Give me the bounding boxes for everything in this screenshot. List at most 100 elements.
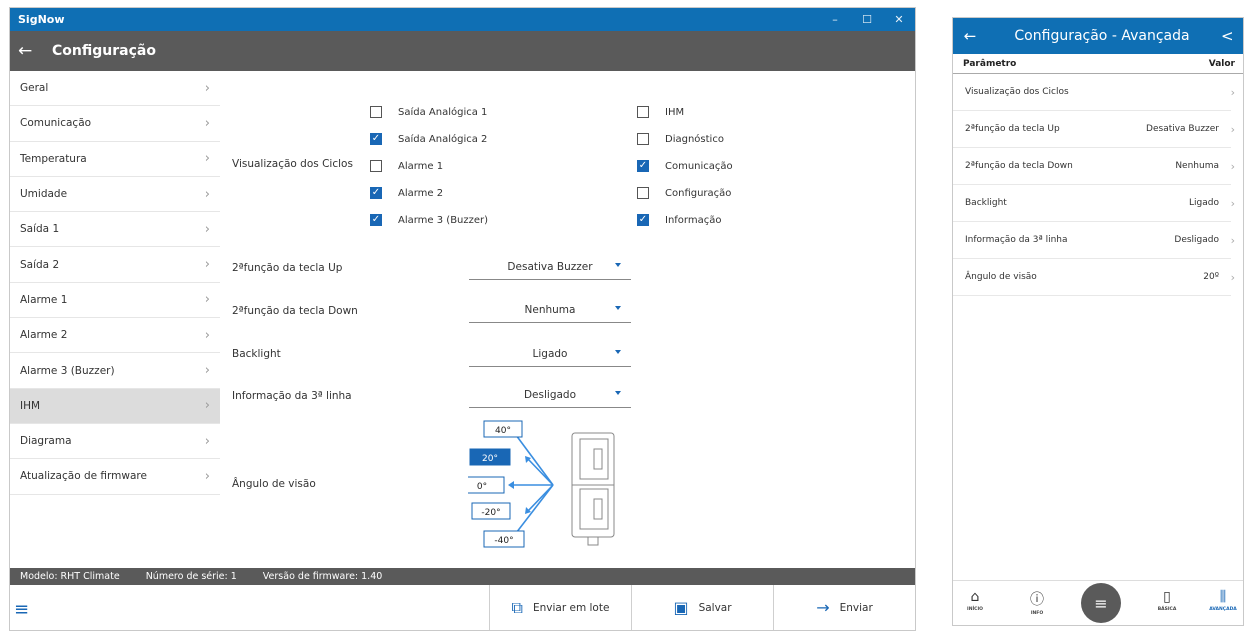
chevron-right-icon: ›: [1230, 196, 1235, 210]
maximize-button[interactable]: ☐: [851, 13, 883, 26]
select-value: Desativa Buzzer: [507, 260, 593, 273]
checkbox-label: Configuração: [665, 187, 732, 199]
modelo-text: Modelo: RHT Climate: [20, 571, 120, 582]
mobile-row-tecla-up[interactable]: 2ªfunção da tecla Up Desativa Buzzer ›: [953, 111, 1235, 148]
sidebar-item-alarme-2[interactable]: Alarme 2 ›: [10, 318, 220, 354]
mobile-row-backlight[interactable]: Backlight Ligado ›: [953, 185, 1235, 222]
row-value: Desligado: [1174, 235, 1219, 245]
chevron-right-icon: ›: [1230, 233, 1235, 247]
enviar-button[interactable]: → Enviar: [773, 585, 915, 630]
sidebar: Geral › Comunicação › Temperatura › Umidade…: [10, 71, 220, 495]
sidebar-item-firmware[interactable]: Atualização de firmware ›: [10, 459, 220, 495]
chevron-right-icon: ›: [204, 292, 210, 308]
mobile-row-visualizacao[interactable]: Visualização dos Ciclos ›: [953, 74, 1235, 111]
chevron-right-icon: ›: [1230, 270, 1235, 284]
nav-label: INÍCIO: [967, 607, 983, 612]
sidebar-item-comunicacao[interactable]: Comunicação ›: [10, 106, 220, 142]
row-label: Informação da 3ª linha: [965, 235, 1068, 245]
select-value: Ligado: [532, 347, 568, 360]
angle-option-minus-40[interactable]: -40°: [483, 530, 525, 548]
sidebar-item-label: Comunicação: [20, 117, 92, 130]
backlight-select[interactable]: Ligado: [469, 341, 631, 367]
angle-option-minus-20[interactable]: -20°: [471, 502, 511, 520]
sidebar-item-saida-2[interactable]: Saída 2 ›: [10, 247, 220, 283]
nav-label: AVANÇADA: [1209, 607, 1237, 612]
checkbox-box[interactable]: [637, 106, 649, 118]
checkbox-informacao[interactable]: ✓ Informação: [637, 214, 721, 226]
caret-down-icon: [615, 306, 621, 310]
button-label: Salvar: [698, 601, 732, 614]
checkbox-box[interactable]: [637, 187, 649, 199]
sidebar-item-geral[interactable]: Geral ›: [10, 71, 220, 107]
sidebar-item-umidade[interactable]: Umidade ›: [10, 177, 220, 213]
mobile-row-terceira-linha[interactable]: Informação da 3ª linha Desligado ›: [953, 222, 1235, 259]
row-label: Ângulo de visão: [965, 272, 1037, 282]
chevron-right-icon: ›: [204, 398, 210, 414]
angle-option-0[interactable]: 0°: [468, 476, 505, 494]
sidebar-item-diagrama[interactable]: Diagrama ›: [10, 424, 220, 460]
param-header: Parâmetro: [963, 58, 1017, 69]
checkbox-alarme-2[interactable]: ✓ Alarme 2: [370, 187, 443, 199]
angle-selector[interactable]: 40° 20° 0° -20° -40°: [468, 419, 643, 551]
close-button[interactable]: ✕: [883, 13, 915, 26]
back-arrow-icon[interactable]: ←: [957, 27, 983, 45]
sidebar-item-label: Geral: [20, 82, 49, 95]
checkbox-box[interactable]: [637, 133, 649, 145]
row-label: Backlight: [965, 198, 1007, 208]
checkmark-icon[interactable]: ✓: [370, 133, 382, 145]
save-icon: ▣: [673, 598, 689, 617]
checkbox-configuracao[interactable]: Configuração: [637, 187, 731, 199]
chevron-right-icon: ›: [204, 221, 210, 237]
terceira-linha-select[interactable]: Desligado: [469, 382, 631, 408]
tecla-down-label: 2ªfunção da tecla Down: [232, 305, 358, 317]
angle-option-20[interactable]: 20°: [469, 448, 511, 466]
nav-info[interactable]: ⓘ INFO: [1017, 589, 1057, 616]
checkbox-label: Alarme 1: [398, 160, 444, 172]
sidebar-item-saida-1[interactable]: Saída 1 ›: [10, 212, 220, 248]
checkbox-box[interactable]: [370, 160, 382, 172]
sliders-icon: ⫼: [1219, 589, 1227, 605]
nav-basica[interactable]: ▯ BÁSICA: [1147, 589, 1187, 612]
checkbox-alarme-1[interactable]: Alarme 1: [370, 160, 443, 172]
menu-fab-button[interactable]: ≡: [1081, 583, 1121, 623]
mobile-row-tecla-down[interactable]: 2ªfunção da tecla Down Nenhuma ›: [953, 148, 1235, 185]
checkbox-box[interactable]: [370, 106, 382, 118]
checkmark-icon[interactable]: ✓: [370, 214, 382, 226]
mobile-header: ← Configuração - Avançada <: [953, 18, 1243, 54]
nav-avancada[interactable]: ⫼ AVANÇADA: [1203, 589, 1243, 612]
checkbox-diagnostico[interactable]: Diagnóstico: [637, 133, 724, 145]
nav-inicio[interactable]: ⌂ INÍCIO: [955, 589, 995, 612]
sidebar-item-alarme-3[interactable]: Alarme 3 (Buzzer) ›: [10, 353, 220, 389]
backlight-label: Backlight: [232, 348, 281, 360]
checkmark-icon[interactable]: ✓: [637, 160, 649, 172]
tecla-down-select[interactable]: Nenhuma: [469, 297, 631, 323]
sidebar-item-label: Temperatura: [20, 152, 87, 165]
angle-option-40[interactable]: 40°: [483, 420, 523, 438]
chevron-right-icon: ›: [204, 80, 210, 96]
checkbox-comunicacao[interactable]: ✓ Comunicação: [637, 160, 733, 172]
checkmark-icon[interactable]: ✓: [370, 187, 382, 199]
tecla-up-select[interactable]: Desativa Buzzer: [469, 254, 631, 280]
checkbox-alarme-3[interactable]: ✓ Alarme 3 (Buzzer): [370, 214, 488, 226]
back-arrow-icon[interactable]: ←: [18, 41, 44, 61]
mobile-row-angulo[interactable]: Ângulo de visão 20º ›: [953, 259, 1235, 296]
share-icon[interactable]: <: [1221, 27, 1243, 45]
sidebar-item-temperatura[interactable]: Temperatura ›: [10, 142, 220, 177]
checkbox-ihm[interactable]: IHM: [637, 106, 684, 118]
salvar-button[interactable]: ▣ Salvar: [631, 585, 773, 630]
sidebar-item-alarme-1[interactable]: Alarme 1 ›: [10, 283, 220, 319]
enviar-em-lote-button[interactable]: ⧉ Enviar em lote: [489, 585, 631, 630]
phone-icon: ▯: [1163, 589, 1171, 605]
sidebar-item-ihm[interactable]: IHM ›: [10, 388, 220, 424]
sidebar-item-label: Umidade: [20, 188, 68, 201]
minimize-button[interactable]: –: [819, 13, 851, 26]
nav-label: BÁSICA: [1157, 607, 1177, 612]
hamburger-menu-icon[interactable]: ≡: [14, 599, 29, 620]
desktop-window: SigNow – ☐ ✕ ← Configuração Geral › Comun…: [9, 7, 916, 631]
row-value: Desativa Buzzer: [1146, 124, 1219, 134]
checkbox-saida-analogica-1[interactable]: Saída Analógica 1: [370, 106, 487, 118]
checkbox-saida-analogica-2[interactable]: ✓ Saída Analógica 2: [370, 133, 487, 145]
checkmark-icon[interactable]: ✓: [637, 214, 649, 226]
serie-text: Número de série: 1: [145, 571, 237, 582]
window-controls: – ☐ ✕: [819, 13, 915, 26]
